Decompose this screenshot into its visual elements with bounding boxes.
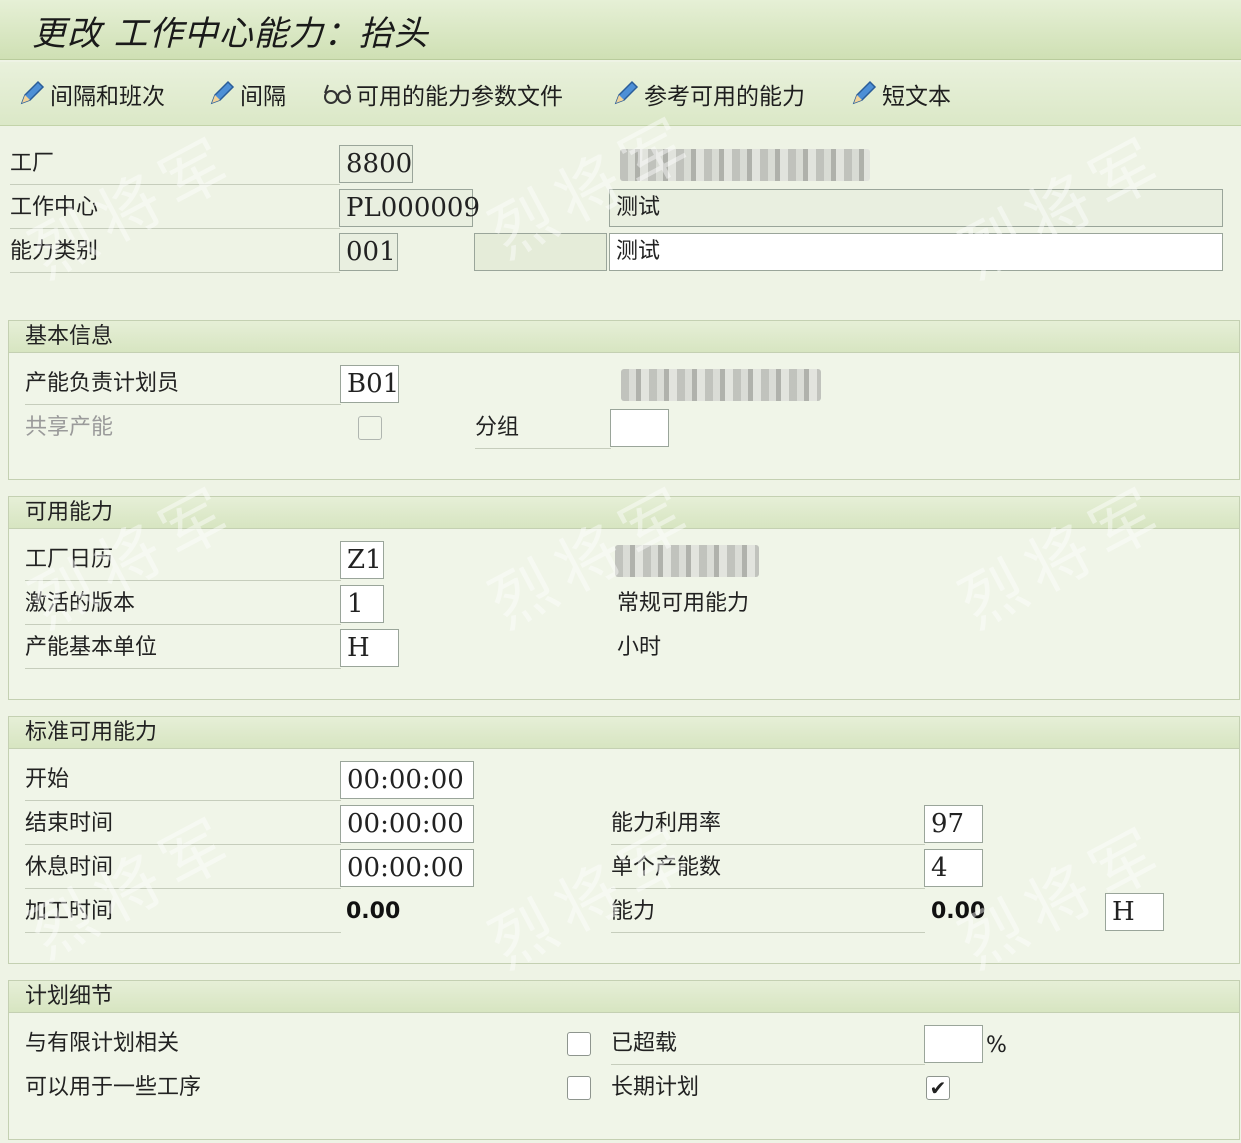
group-title: 可用能力 — [9, 497, 1239, 529]
checkmark-icon: ✔ — [929, 1076, 947, 1100]
grouping-field[interactable] — [610, 409, 669, 447]
long-term-planning-label: 长期计划 — [611, 1075, 700, 1100]
capacity-description-field[interactable]: 测试 — [609, 233, 1223, 271]
grouping-label: 分组 — [475, 408, 611, 449]
application-toolbar: 间隔和班次 间隔 可用的能力参数文件 参考可用的能力 短文本 — [0, 62, 1241, 126]
capacity-label: 能力 — [611, 892, 925, 933]
calendar-description-redacted — [615, 545, 759, 577]
capacity-category-field[interactable]: 001 — [339, 233, 398, 271]
main-content: 工厂 8800 工作中心 PL000009 测试 能力类别 001 测试 基本信… — [0, 104, 1241, 1143]
available-capacity-group: 可用能力 工厂日历 Z1 激活的版本 1 常规可用能力 产能基本单位 H 小时 — [8, 496, 1240, 700]
toolbar-reference-capacity-button[interactable]: 参考可用的能力 — [610, 76, 805, 112]
end-time-field[interactable]: 00:00:00 — [340, 805, 474, 843]
factory-calendar-label: 工厂日历 — [25, 540, 341, 581]
capacity-value: 0.00 — [931, 899, 986, 924]
finite-scheduling-label: 与有限计划相关 — [25, 1031, 180, 1056]
factory-calendar-field[interactable]: Z1 — [340, 541, 384, 579]
toolbar-capacity-profile-button[interactable]: 可用的能力参数文件 — [322, 76, 563, 112]
toolbar-label: 短文本 — [882, 84, 951, 110]
utilization-field[interactable]: 97 — [924, 805, 983, 843]
page-title: 更改 工作中心能力：抬头 — [32, 14, 429, 54]
shared-capacity-label: 共享产能 — [25, 415, 114, 440]
multi-operations-label: 可以用于一些工序 — [25, 1075, 202, 1100]
group-title: 标准可用能力 — [9, 717, 1239, 749]
break-time-field[interactable]: 00:00:00 — [340, 849, 474, 887]
percent-unit: % — [986, 1033, 1007, 1058]
pencil-icon — [852, 80, 877, 105]
capacity-unit-field[interactable]: H — [1105, 893, 1164, 931]
active-version-label: 激活的版本 — [25, 584, 341, 625]
utilization-label: 能力利用率 — [611, 804, 925, 845]
pencil-icon — [210, 80, 235, 105]
toolbar-short-text-button[interactable]: 短文本 — [848, 76, 951, 112]
active-version-field[interactable]: 1 — [340, 585, 384, 623]
break-time-label: 休息时间 — [25, 848, 341, 889]
toolbar-intervals-button[interactable]: 间隔 — [206, 76, 286, 112]
title-bar: 更改 工作中心能力：抬头 — [0, 0, 1241, 60]
overload-field[interactable] — [924, 1025, 983, 1063]
toolbar-label: 间隔 — [240, 84, 286, 110]
plant-label: 工厂 — [10, 144, 340, 185]
toolbar-label: 可用的能力参数文件 — [356, 84, 563, 110]
group-title: 基本信息 — [9, 321, 1239, 353]
basic-info-group: 基本信息 产能负责计划员 B01 共享产能 分组 — [8, 320, 1240, 480]
capacity-blank-field[interactable] — [474, 233, 607, 271]
pencil-icon — [614, 80, 639, 105]
toolbar-label: 间隔和班次 — [50, 84, 165, 110]
capacity-planner-label: 产能负责计划员 — [25, 364, 341, 405]
base-unit-description: 小时 — [617, 635, 662, 660]
shared-capacity-checkbox[interactable] — [358, 416, 382, 440]
start-time-field[interactable]: 00:00:00 — [340, 761, 474, 799]
glasses-icon — [324, 84, 351, 104]
workcenter-label: 工作中心 — [10, 188, 340, 229]
processing-time-label: 加工时间 — [25, 892, 341, 933]
finite-scheduling-checkbox[interactable] — [567, 1032, 591, 1056]
long-term-planning-checkbox[interactable]: ✔ — [926, 1076, 950, 1100]
capacity-units-field[interactable]: 4 — [924, 849, 983, 887]
start-time-label: 开始 — [25, 760, 341, 801]
capacity-planner-field[interactable]: B01 — [340, 365, 399, 403]
base-unit-field[interactable]: H — [340, 629, 399, 667]
pencil-icon — [20, 80, 45, 105]
multi-operations-checkbox[interactable] — [567, 1076, 591, 1100]
group-title: 计划细节 — [9, 981, 1239, 1013]
workcenter-field[interactable]: PL000009 — [339, 189, 480, 227]
plant-description-redacted — [620, 149, 870, 181]
overload-label: 已超载 — [611, 1024, 925, 1065]
end-time-label: 结束时间 — [25, 804, 341, 845]
capacity-category-label: 能力类别 — [10, 232, 340, 273]
plant-field[interactable]: 8800 — [339, 145, 413, 183]
capacity-units-label: 单个产能数 — [611, 848, 925, 889]
active-version-description: 常规可用能力 — [617, 591, 750, 616]
planning-details-group: 计划细节 与有限计划相关 已超载 % 可以用于一些工序 长期计划 ✔ — [8, 980, 1240, 1140]
planner-description-redacted — [621, 369, 821, 401]
toolbar-intervals-shifts-button[interactable]: 间隔和班次 — [16, 76, 165, 112]
processing-time-value: 0.00 — [346, 899, 401, 924]
standard-capacity-group: 标准可用能力 开始 00:00:00 结束时间 00:00:00 能力利用率 9… — [8, 716, 1240, 964]
workcenter-description: 测试 — [609, 189, 1223, 227]
toolbar-label: 参考可用的能力 — [644, 84, 805, 110]
base-unit-label: 产能基本单位 — [25, 628, 341, 669]
